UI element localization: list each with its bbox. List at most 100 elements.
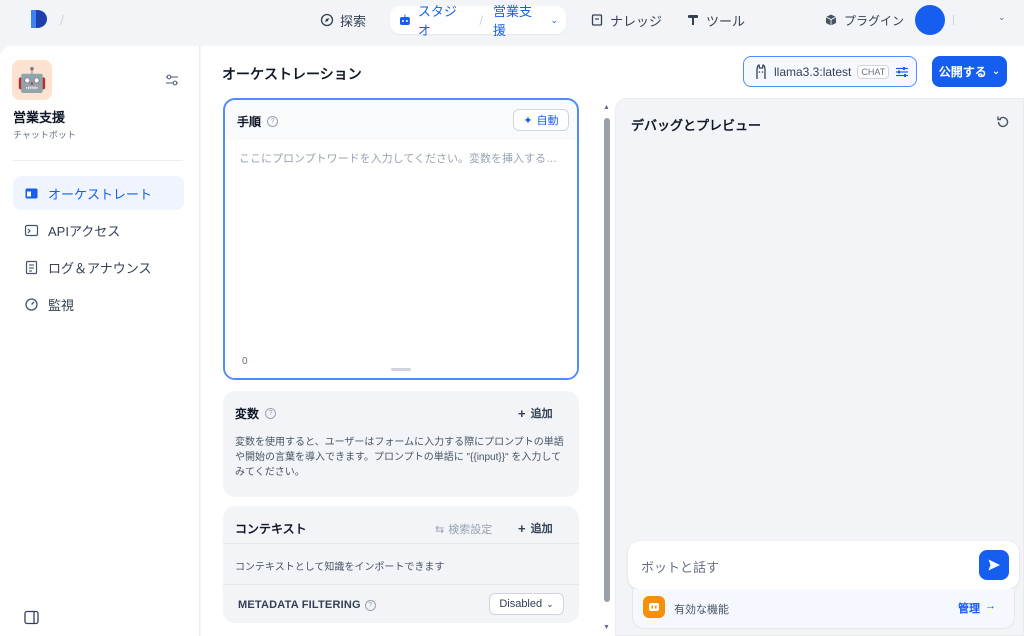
chevron-down-icon: ⌄	[546, 598, 554, 609]
help-icon[interactable]: ?	[364, 599, 376, 611]
nav-knowledge-label: ナレッジ	[610, 13, 663, 29]
variables-header: 変数 ?	[235, 405, 277, 422]
auto-button-label: 自動	[536, 115, 559, 127]
chevron-down-icon[interactable]: ⌄	[998, 12, 1006, 23]
compass-icon	[320, 13, 334, 27]
nav-explore[interactable]: 探索	[312, 6, 374, 34]
divider	[223, 584, 579, 585]
sidebar-item-logs[interactable]: ログ＆アナウンス	[13, 250, 184, 284]
chevron-down-icon[interactable]: ⌄	[550, 15, 558, 26]
scrollbar[interactable]: ▲ ▼	[603, 104, 611, 636]
search-settings-label: 検索設定	[448, 524, 493, 536]
prompt-title: 手順	[237, 115, 262, 129]
chat-input[interactable]: ボットと話す	[628, 541, 1019, 589]
layout-icon	[25, 188, 38, 198]
nav-separator: /	[479, 12, 483, 28]
chat-placeholder: ボットと話す	[641, 560, 720, 575]
sidebar-item-label: 監視	[48, 297, 75, 313]
sidebar-item-label: ログ＆アナウンス	[48, 260, 152, 276]
variables-panel: 変数 ? + 追加 変数を使用すると、ユーザーはフォームに入力する際にプロンプト…	[223, 391, 579, 497]
chevron-down-icon: ⌄	[991, 66, 1001, 77]
arrow-right-icon: →	[985, 600, 996, 612]
divider	[953, 15, 954, 25]
context-description: コンテキストとして知識をインポートできます	[235, 562, 445, 573]
sidebar-item-orchestrate[interactable]: オーケストレート	[13, 176, 184, 210]
nav-knowledge[interactable]: ナレッジ	[582, 6, 670, 34]
prompt-panel: 手順 ? ✦ 自動 ここにプロンプトワードを入力してください。変数を挿入するには…	[223, 98, 579, 380]
prompt-input[interactable]: ここにプロンプトワードを入力してください。変数を挿入するには「{」を… 0	[225, 140, 577, 378]
context-title: コンテキスト	[235, 522, 307, 536]
swap-icon: ⇆	[435, 523, 445, 536]
help-icon[interactable]: ?	[265, 408, 277, 419]
sparkle-icon: ✦	[523, 114, 533, 127]
manage-label: 管理	[958, 603, 980, 615]
terminal-icon	[24, 224, 39, 236]
book-icon	[591, 14, 603, 26]
publish-button[interactable]: 公開する ⌄	[932, 56, 1007, 87]
dashboard-icon	[25, 297, 38, 311]
debug-preview-panel: デバッグとプレビュー ボットと話す 有効な機能 管理 →	[615, 98, 1024, 636]
sliders-icon[interactable]	[895, 65, 909, 79]
plus-icon: +	[518, 520, 526, 536]
search-settings-button[interactable]: ⇆ 検索設定	[435, 521, 492, 537]
nav-studio[interactable]: スタジオ / 営業支援 ⌄	[390, 4, 566, 38]
add-variable-button[interactable]: + 追加	[518, 405, 553, 421]
user-avatar[interactable]	[915, 5, 945, 35]
help-icon[interactable]: ?	[267, 116, 279, 127]
app-name: 営業支援	[13, 110, 66, 125]
resize-handle[interactable]	[391, 368, 411, 371]
divider	[13, 160, 183, 161]
send-icon	[988, 559, 1000, 571]
metadata-filtering-label: METADATA FILTERING ?	[238, 599, 376, 611]
model-mode-badge: CHAT	[857, 64, 890, 79]
add-context-button[interactable]: + 追加	[518, 520, 553, 536]
file-list-icon	[25, 260, 38, 274]
sidebar-item-label: オーケストレート	[48, 186, 153, 202]
publish-button-label: 公開する	[938, 65, 987, 79]
send-button[interactable]	[979, 550, 1009, 580]
manage-features-link[interactable]: 管理 →	[958, 600, 996, 616]
current-app-label[interactable]: 営業支援	[493, 1, 544, 39]
model-name: llama3.3:latest	[774, 64, 852, 79]
variables-title: 変数	[235, 407, 260, 421]
features-icon	[643, 596, 665, 618]
app-robot-icon: 🤖	[12, 60, 52, 100]
model-selector-button[interactable]: llama3.3:latest CHAT	[743, 56, 917, 87]
sidebar-item-monitoring[interactable]: 監視	[13, 287, 184, 321]
sidebar-collapse-icon[interactable]	[23, 609, 40, 626]
sidebar-item-api-access[interactable]: APIアクセス	[13, 213, 184, 247]
prompt-header: 手順 ?	[237, 113, 279, 130]
metadata-filtering-value: Disabled	[499, 598, 543, 610]
scrollbar-thumb[interactable]	[604, 118, 610, 602]
dify-logo-icon[interactable]	[28, 8, 50, 30]
nav-plugins[interactable]: プラグイン	[816, 6, 912, 34]
char-count: 0	[242, 356, 248, 367]
context-panel: コンテキスト ⇆ 検索設定 + 追加 コンテキストとして知識をインポートできます…	[223, 506, 579, 623]
settings-sliders-icon[interactable]	[164, 72, 180, 88]
breadcrumb-separator: /	[60, 12, 64, 28]
nav-tools[interactable]: ツール	[678, 6, 753, 34]
plus-icon: +	[518, 405, 526, 421]
app-type: チャットボット	[13, 130, 76, 140]
nav-tools-label: ツール	[706, 13, 746, 29]
nav-studio-label: スタジオ	[417, 4, 457, 38]
context-header: コンテキスト	[235, 520, 307, 537]
add-label: 追加	[530, 408, 553, 420]
top-bar: / 探索 スタジオ / 営業支援 ⌄ ナレッジ ツール プラグイン ⌄	[0, 0, 1024, 40]
page-title: オーケストレーション	[222, 66, 362, 82]
features-bar: 有効な機能 管理 →	[632, 589, 1015, 629]
llama-icon	[756, 63, 766, 79]
auto-generate-button[interactable]: ✦ 自動	[513, 109, 569, 131]
robot-icon	[399, 14, 410, 25]
metadata-filtering-select[interactable]: Disabled ⌄	[489, 593, 564, 615]
sidebar-item-label: APIアクセス	[48, 223, 121, 239]
metadata-filtering-text: METADATA FILTERING	[238, 599, 361, 611]
divider	[223, 543, 579, 544]
scroll-up-arrow-icon[interactable]: ▲	[603, 104, 610, 111]
features-label: 有効な機能	[674, 604, 729, 616]
prompt-placeholder: ここにプロンプトワードを入力してください。変数を挿入するには「{」を…	[239, 153, 561, 165]
debug-title: デバッグとプレビュー	[631, 118, 762, 133]
cube-icon	[825, 14, 837, 26]
scroll-down-arrow-icon[interactable]: ▼	[603, 624, 610, 631]
refresh-icon[interactable]	[995, 114, 1011, 130]
